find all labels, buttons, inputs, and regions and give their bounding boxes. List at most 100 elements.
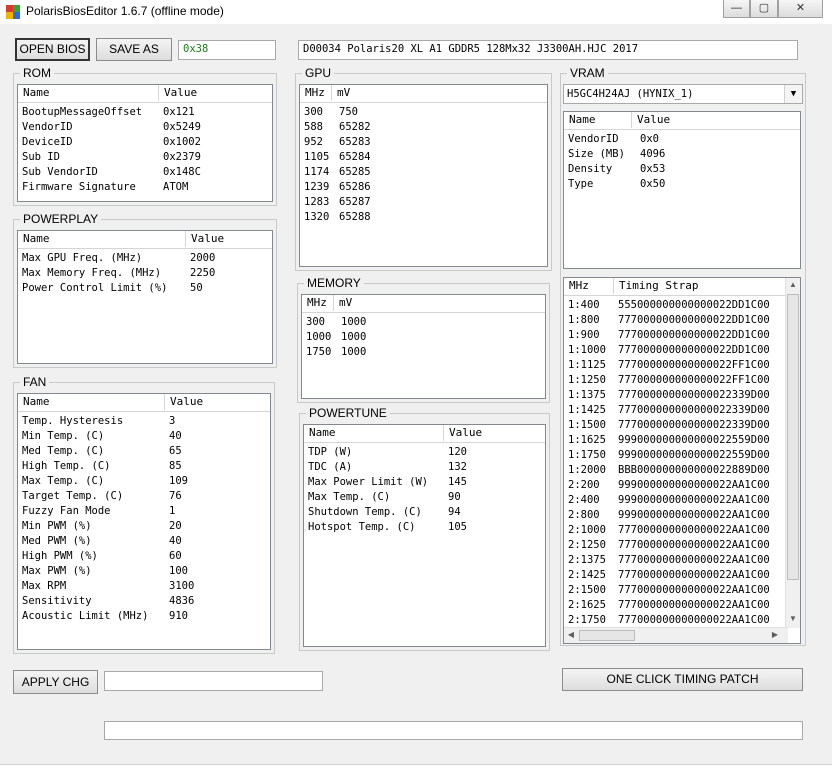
gpu-col-mhz[interactable]: MHz — [300, 85, 332, 101]
timing-row[interactable]: 2:1625 777000000000000022AA1C00 — [564, 598, 786, 613]
powertune-list[interactable]: Name Value TDP (W) 120 TDC (A) 132 Max Power… — [303, 424, 546, 647]
gpu-row[interactable]: 588 65282 — [300, 120, 547, 135]
gpu-row[interactable]: 1283 65287 — [300, 195, 547, 210]
timing-row[interactable]: 1:1250 777000000000000022FF1C00 — [564, 373, 786, 388]
rom-row[interactable]: Firmware Signature ATOM — [18, 180, 272, 195]
timing-row[interactable]: 1:1625 999000000000000022559D00 — [564, 433, 786, 448]
timing-row[interactable]: 1:1425 777000000000000022339D00 — [564, 403, 786, 418]
bios-name-field[interactable]: D00034 Polaris20 XL A1 GDDR5 128Mx32 J33… — [298, 40, 798, 60]
fan-row[interactable]: High PWM (%) 60 — [18, 549, 270, 564]
timing-row[interactable]: 2:200 999000000000000022AA1C00 — [564, 478, 786, 493]
maximize-button[interactable]: ▢ — [750, 0, 778, 18]
rom-row[interactable]: BootupMessageOffset 0x121 — [18, 105, 272, 120]
gpu-list[interactable]: MHz mV 300 750 588 65282 952 65283 1105 65284 11… — [299, 84, 548, 267]
powerplay-row[interactable]: Max GPU Freq. (MHz) 2000 — [18, 251, 272, 266]
vram-list[interactable]: Name Value VendorID 0x0 Size (MB) 4096 Densi… — [563, 111, 801, 269]
timing-row[interactable]: 1:1500 777000000000000022339D00 — [564, 418, 786, 433]
powerplay-list[interactable]: Name Value Max GPU Freq. (MHz) 2000 Max Me… — [17, 230, 273, 364]
powertune-col-value[interactable]: Value — [444, 425, 545, 441]
powertune-row[interactable]: Max Temp. (C) 90 — [304, 490, 545, 505]
minimize-button[interactable]: — — [723, 0, 750, 18]
vertical-scroll-thumb[interactable] — [787, 294, 799, 580]
memory-row[interactable]: 1750 1000 — [302, 345, 545, 360]
fan-row[interactable]: Max Temp. (C) 109 — [18, 474, 270, 489]
vram-select[interactable]: H5GC4H24AJ (HYNIX_1) ▼ — [563, 84, 803, 104]
gpu-row[interactable]: 1320 65288 — [300, 210, 547, 225]
timing-row[interactable]: 2:1500 777000000000000022AA1C00 — [564, 583, 786, 598]
timing-row[interactable]: 1:900 777000000000000022DD1C00 — [564, 328, 786, 343]
apply-input[interactable] — [104, 671, 323, 691]
fan-row[interactable]: High Temp. (C) 85 — [18, 459, 270, 474]
timing-row[interactable]: 2:1000 777000000000000022AA1C00 — [564, 523, 786, 538]
powertune-row[interactable]: TDP (W) 120 — [304, 445, 545, 460]
gpu-row[interactable]: 1174 65285 — [300, 165, 547, 180]
timing-row[interactable]: 1:2000 BBB000000000000022889D00 — [564, 463, 786, 478]
vram-row[interactable]: Size (MB) 4096 — [564, 147, 800, 162]
status-field[interactable] — [104, 721, 803, 740]
timing-row[interactable]: 2:1425 777000000000000022AA1C00 — [564, 568, 786, 583]
timing-row[interactable]: 2:1250 777000000000000022AA1C00 — [564, 538, 786, 553]
timing-row[interactable]: 1:1750 999000000000000022559D00 — [564, 448, 786, 463]
timing-row[interactable]: 2:800 999000000000000022AA1C00 — [564, 508, 786, 523]
powertune-col-name[interactable]: Name — [304, 425, 444, 441]
rom-row[interactable]: Sub VendorID 0x148C — [18, 165, 272, 180]
vram-col-name[interactable]: Name — [564, 112, 632, 128]
timing-row[interactable]: 1:800 777000000000000022DD1C00 — [564, 313, 786, 328]
powerplay-row[interactable]: Power Control Limit (%) 50 — [18, 281, 272, 296]
rom-list[interactable]: Name Value BootupMessageOffset 0x121 Vendo… — [17, 84, 273, 202]
timing-row[interactable]: 1:1000 777000000000000022DD1C00 — [564, 343, 786, 358]
timing-col-mhz[interactable]: MHz — [564, 278, 614, 294]
timing-row[interactable]: 2:400 999000000000000022AA1C00 — [564, 493, 786, 508]
rom-row[interactable]: VendorID 0x5249 — [18, 120, 272, 135]
powertune-row[interactable]: Hotspot Temp. (C) 105 — [304, 520, 545, 535]
memory-row[interactable]: 300 1000 — [302, 315, 545, 330]
close-button[interactable]: ✕ — [778, 0, 823, 18]
fan-col-value[interactable]: Value — [165, 394, 270, 410]
fan-row[interactable]: Med Temp. (C) 65 — [18, 444, 270, 459]
powerplay-row[interactable]: Max Memory Freq. (MHz) 2250 — [18, 266, 272, 281]
fan-row[interactable]: Min PWM (%) 20 — [18, 519, 270, 534]
timing-row[interactable]: 2:1750 777000000000000022AA1C00 — [564, 613, 786, 628]
rom-row[interactable]: Sub ID 0x2379 — [18, 150, 272, 165]
scroll-up-icon[interactable]: ▲ — [786, 280, 800, 289]
memory-row[interactable]: 1000 1000 — [302, 330, 545, 345]
fan-row[interactable]: Med PWM (%) 40 — [18, 534, 270, 549]
powertune-row[interactable]: Max Power Limit (W) 145 — [304, 475, 545, 490]
memory-col-mv[interactable]: mV — [334, 295, 545, 311]
memory-list[interactable]: MHz mV 300 1000 1000 1000 1750 1000 — [301, 294, 546, 399]
gpu-row[interactable]: 300 750 — [300, 105, 547, 120]
gpu-row[interactable]: 1105 65284 — [300, 150, 547, 165]
rom-row[interactable]: DeviceID 0x1002 — [18, 135, 272, 150]
timing-row[interactable]: 1:400 555000000000000022DD1C00 — [564, 298, 786, 313]
scroll-right-icon[interactable]: ▶ — [768, 630, 782, 639]
fan-list[interactable]: Name Value Temp. Hysteresis 3 Min Temp. (C… — [17, 393, 271, 650]
timing-horizontal-scrollbar[interactable]: ◀ ▶ — [564, 627, 788, 643]
vram-row[interactable]: Density 0x53 — [564, 162, 800, 177]
gpu-col-mv[interactable]: mV — [332, 85, 547, 101]
fan-row[interactable]: Max RPM 3100 — [18, 579, 270, 594]
timing-vertical-scrollbar[interactable]: ▲ ▼ — [785, 278, 800, 628]
fan-row[interactable]: Temp. Hysteresis 3 — [18, 414, 270, 429]
open-bios-button[interactable]: OPEN BIOS — [15, 38, 90, 61]
fan-row[interactable]: Target Temp. (C) 76 — [18, 489, 270, 504]
vram-col-value[interactable]: Value — [632, 112, 800, 128]
save-as-button[interactable]: SAVE AS — [96, 38, 172, 61]
gpu-row[interactable]: 1239 65286 — [300, 180, 547, 195]
vram-row[interactable]: Type 0x50 — [564, 177, 800, 192]
powerplay-col-name[interactable]: Name — [18, 231, 186, 247]
memory-col-mhz[interactable]: MHz — [302, 295, 334, 311]
fan-row[interactable]: Acoustic Limit (MHz) 910 — [18, 609, 270, 624]
one-click-timing-patch-button[interactable]: ONE CLICK TIMING PATCH — [562, 668, 803, 691]
fan-row[interactable]: Min Temp. (C) 40 — [18, 429, 270, 444]
timing-list[interactable]: MHz Timing Strap 1:400 555000000000000022… — [563, 277, 801, 644]
gpu-row[interactable]: 952 65283 — [300, 135, 547, 150]
rom-col-value[interactable]: Value — [159, 85, 272, 101]
apply-changes-button[interactable]: APPLY CHG — [13, 670, 98, 694]
fan-row[interactable]: Sensitivity 4836 — [18, 594, 270, 609]
horizontal-scroll-thumb[interactable] — [579, 630, 635, 641]
timing-col-strap[interactable]: Timing Strap — [614, 278, 787, 294]
checksum-field[interactable]: 0x38 — [178, 40, 276, 60]
powerplay-col-value[interactable]: Value — [186, 231, 272, 247]
scroll-down-icon[interactable]: ▼ — [786, 614, 800, 623]
timing-row[interactable]: 1:1375 777000000000000022339D00 — [564, 388, 786, 403]
